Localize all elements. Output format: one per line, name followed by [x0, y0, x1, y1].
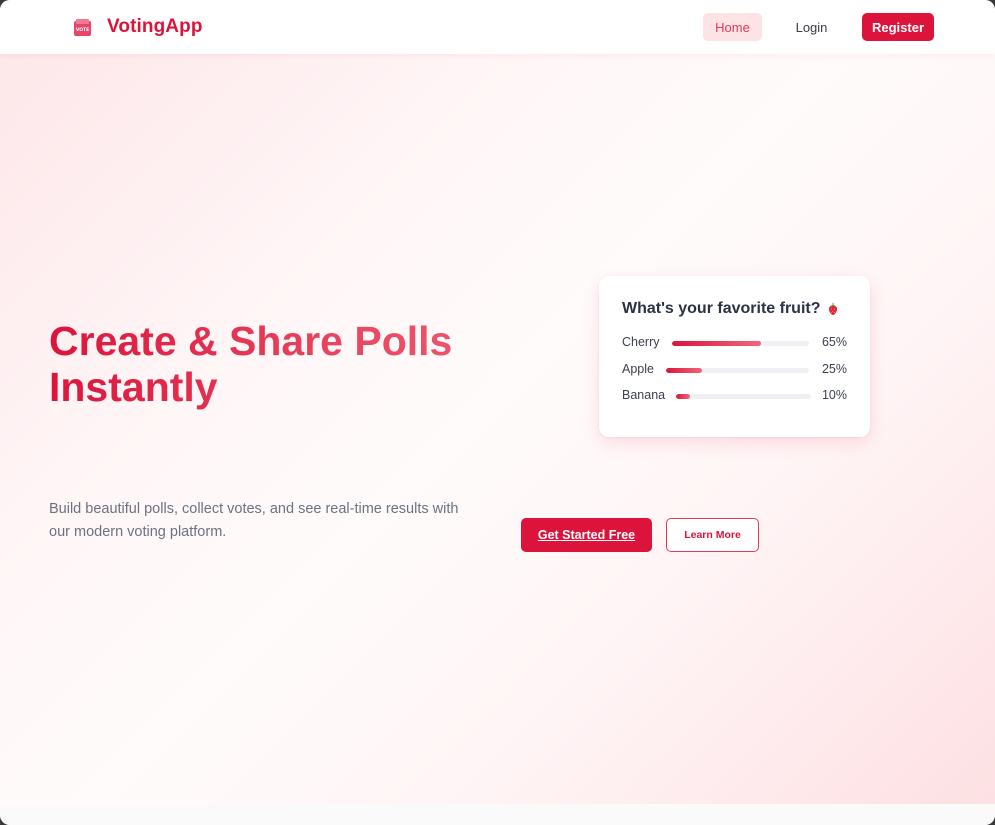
- poll-option-track: [676, 394, 811, 399]
- app-window: VOTE VotingApp Home Login Register Creat…: [0, 0, 995, 825]
- poll-question: What's your favorite fruit?: [622, 300, 840, 318]
- poll-option-percent: 25%: [821, 362, 847, 376]
- hero-title-line1: Create & Share Polls: [49, 318, 453, 364]
- top-navbar: VOTE VotingApp Home Login Register: [0, 0, 995, 54]
- poll-option-percent: 10%: [821, 388, 847, 402]
- hero-subtitle: Build beautiful polls, collect votes, an…: [49, 501, 459, 540]
- poll-option-track: [672, 341, 809, 346]
- poll-option-bar: [676, 394, 690, 399]
- poll-question-text: What's your favorite fruit?: [622, 300, 821, 317]
- poll-option-label: Cherry: [622, 335, 660, 349]
- learn-more-button[interactable]: Learn More: [666, 518, 759, 552]
- poll-option-bar: [666, 368, 702, 373]
- poll-option-track: [666, 368, 809, 373]
- page-footer-strip: [0, 804, 995, 825]
- nav-register-button[interactable]: Register: [862, 13, 934, 41]
- ballot-box-label: VOTE: [76, 27, 89, 33]
- poll-option-row: Banana 10%: [622, 388, 847, 404]
- poll-option-row: Cherry 65%: [622, 335, 847, 351]
- nav-login-link[interactable]: Login: [782, 13, 841, 41]
- ballot-box-icon: VOTE: [74, 18, 91, 36]
- poll-option-row: Apple 25%: [622, 362, 847, 378]
- get-started-button[interactable]: Get Started Free: [521, 518, 652, 552]
- poll-option-percent: 65%: [821, 335, 847, 349]
- poll-option-label: Apple: [622, 362, 654, 376]
- brand-logo[interactable]: VOTE VotingApp: [72, 16, 203, 38]
- strawberry-icon: [829, 302, 838, 315]
- hero-title: Create & Share Polls Instantly: [49, 318, 519, 410]
- nav-home-link[interactable]: Home: [703, 13, 762, 41]
- poll-preview-card: What's your favorite fruit? Cherry 65% A…: [599, 276, 870, 437]
- poll-option-label: Banana: [622, 388, 666, 402]
- brand-name: VotingApp: [107, 16, 203, 37]
- hero-title-line2: Instantly: [49, 364, 218, 410]
- poll-option-bar: [672, 341, 762, 346]
